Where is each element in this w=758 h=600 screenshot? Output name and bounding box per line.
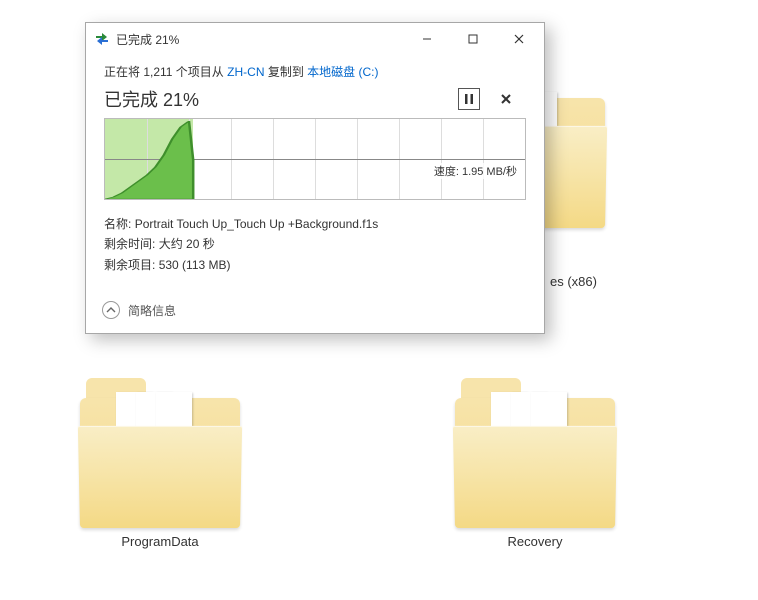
pause-button[interactable]	[458, 88, 480, 110]
copy-progress-dialog: 已完成 21% 正在将 1,211 个项目从 ZH-CN 复制到 本地磁盘 (C…	[85, 22, 545, 334]
close-button[interactable]	[496, 24, 542, 54]
progress-heading: 已完成 21%	[104, 86, 452, 112]
speed-chart: 速度: 1.95 MB/秒	[104, 118, 526, 200]
folder-programdata[interactable]: ProgramData	[75, 338, 245, 549]
time-value: 大约 20 秒	[159, 237, 215, 251]
pause-icon	[465, 94, 473, 104]
copy-prefix: 正在将 1,211 个项目从	[104, 65, 227, 79]
time-label: 剩余时间:	[104, 237, 155, 251]
copy-arrows-icon	[94, 31, 110, 47]
fewer-details-toggle[interactable]: 简略信息	[86, 289, 544, 333]
copy-mid: 复制到	[264, 65, 307, 79]
folder-label-partial: es (x86)	[550, 274, 597, 289]
destination-link[interactable]: 本地磁盘 (C:)	[307, 65, 378, 79]
source-link[interactable]: ZH-CN	[227, 65, 264, 79]
window-title: 已完成 21%	[116, 31, 404, 48]
titlebar[interactable]: 已完成 21%	[86, 23, 544, 55]
copy-description: 正在将 1,211 个项目从 ZH-CN 复制到 本地磁盘 (C:)	[104, 63, 526, 80]
folder-label: Recovery	[450, 534, 620, 549]
chevron-up-icon	[102, 301, 120, 319]
folder-glyph	[455, 338, 615, 528]
cancel-button[interactable]	[486, 88, 526, 110]
folder-glyph	[80, 338, 240, 528]
details-block: 名称: Portrait Touch Up_Touch Up +Backgrou…	[104, 214, 526, 275]
footer-label: 简略信息	[128, 302, 176, 319]
folder-recovery[interactable]: Recovery	[450, 338, 620, 549]
minimize-button[interactable]	[404, 24, 450, 54]
speed-readout: 速度: 1.95 MB/秒	[432, 163, 519, 179]
folder-label: ProgramData	[75, 534, 245, 549]
close-icon	[501, 94, 511, 104]
name-label: 名称:	[104, 217, 131, 231]
maximize-button[interactable]	[450, 24, 496, 54]
items-value: 530 (113 MB)	[159, 258, 231, 272]
name-value: Portrait Touch Up_Touch Up +Background.f…	[135, 217, 379, 231]
items-label: 剩余项目:	[104, 258, 155, 272]
